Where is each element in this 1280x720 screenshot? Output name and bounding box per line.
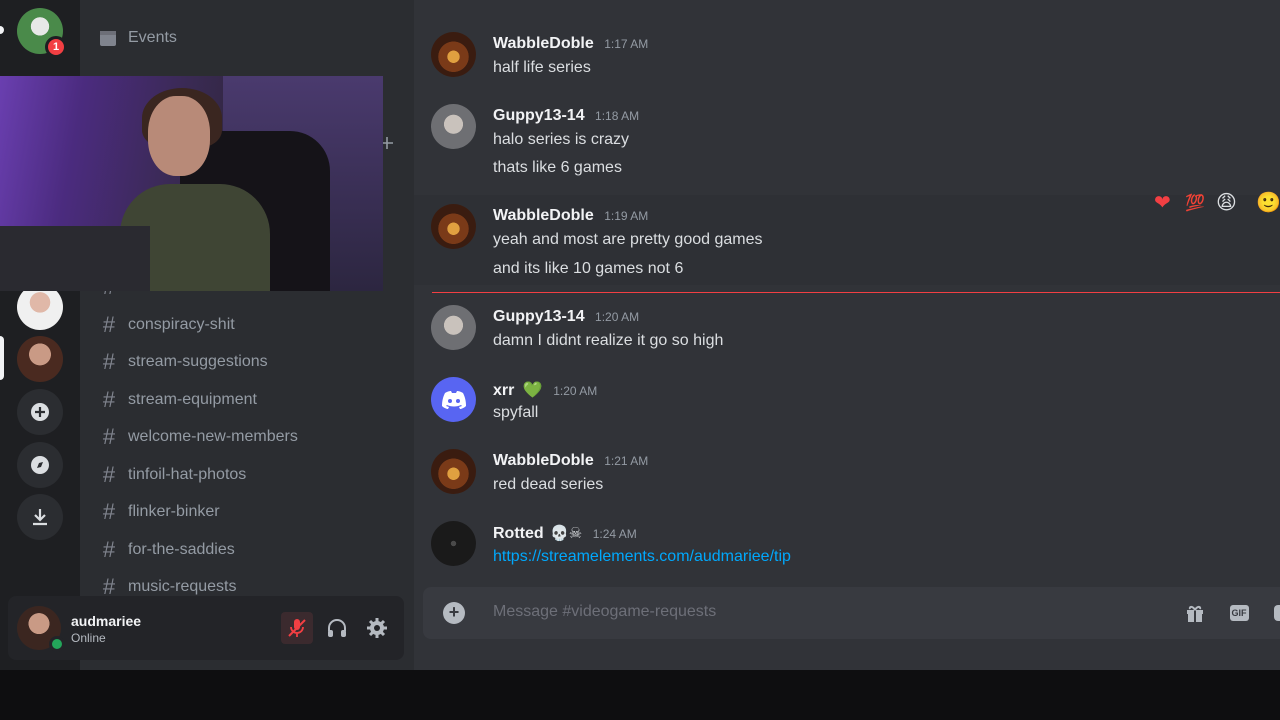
sticker-button[interactable] <box>1271 602 1280 624</box>
mute-button[interactable] <box>281 612 313 644</box>
author-emoji: 💀☠ <box>550 525 583 542</box>
gift-icon <box>1187 605 1203 622</box>
message-text: halo series is crazy <box>493 131 630 148</box>
weary-face-reaction-icon[interactable]: 😩 <box>1216 190 1237 215</box>
discord-window: 1 Events # conspiracy-shit # stream-sugg… <box>0 0 1280 670</box>
message-link[interactable]: https://streamelements.com/audmariee/tip <box>493 548 791 566</box>
calendar-icon <box>100 31 116 46</box>
hash-icon: # <box>102 349 116 374</box>
gear-icon <box>367 618 387 638</box>
user-panel: audmariee Online <box>8 596 404 660</box>
author-avatar[interactable] <box>431 32 476 77</box>
author-name[interactable]: Guppy13-14 <box>493 308 585 325</box>
hash-icon: # <box>102 499 116 524</box>
message-text: half life series <box>493 59 591 76</box>
author-emoji: 💚 <box>522 382 543 399</box>
settings-button[interactable] <box>361 612 393 644</box>
channel-tinfoil-hat-photos[interactable]: # tinfoil-hat-photos <box>98 458 246 492</box>
hash-icon: # <box>102 462 116 487</box>
online-status-dot <box>49 636 65 652</box>
message-input[interactable]: Message #videogame-requests <box>493 603 716 621</box>
selected-server-pill <box>0 336 4 380</box>
author-avatar[interactable] <box>431 377 476 422</box>
channel-label: flinker-binker <box>128 503 220 520</box>
gif-button[interactable]: GIF <box>1228 602 1250 624</box>
gif-icon: GIF <box>1229 605 1249 621</box>
notification-badge: 1 <box>45 36 67 58</box>
author-name[interactable]: WabbleDoble <box>493 452 594 469</box>
message-timestamp: 1:24 AM <box>592 527 637 541</box>
message-text: spyfall <box>493 404 539 421</box>
message-composer: + Message #videogame-requests GIF <box>423 587 1280 639</box>
message-text: thats like 6 games <box>493 159 622 176</box>
message-timestamp: 1:21 AM <box>604 454 649 468</box>
add-reaction-icon[interactable]: 🙂 <box>1256 190 1280 215</box>
user-name: audmariee <box>71 613 142 629</box>
channel-welcome-new-members[interactable]: # welcome-new-members <box>98 420 298 454</box>
channel-conspiracy-shit[interactable]: # conspiracy-shit <box>98 308 235 342</box>
gift-button[interactable] <box>1184 602 1206 624</box>
muted-mic-icon <box>288 619 306 637</box>
author-name[interactable]: xrr <box>493 382 514 399</box>
message-text: damn I didnt realize it go so high <box>493 332 724 349</box>
hundred-reaction-icon[interactable]: 💯 <box>1185 193 1205 213</box>
author-avatar[interactable] <box>431 305 476 350</box>
hash-icon: # <box>102 537 116 562</box>
webcam-overlay <box>0 76 383 291</box>
sticker-icon <box>1274 605 1280 621</box>
author-name[interactable]: WabbleDoble <box>493 35 594 52</box>
channel-flinker-binker[interactable]: # flinker-binker <box>98 495 220 529</box>
hash-icon: # <box>102 387 116 412</box>
headphones-icon <box>328 619 346 637</box>
channel-label: welcome-new-members <box>128 428 298 445</box>
channel-label: conspiracy-shit <box>128 316 235 333</box>
message-text: yeah and most are pretty good games <box>493 231 763 248</box>
plus-icon <box>31 403 49 421</box>
channel-label: stream-suggestions <box>128 353 268 370</box>
author-avatar[interactable] <box>431 449 476 494</box>
events-label: Events <box>128 29 177 46</box>
channel-label: tinfoil-hat-photos <box>128 466 247 483</box>
download-apps-button[interactable] <box>17 494 63 540</box>
message-timestamp: 1:20 AM <box>553 384 598 398</box>
server-icon-audmariee[interactable] <box>17 336 63 382</box>
author-avatar[interactable] <box>431 104 476 149</box>
channel-label: music-requests <box>128 578 237 595</box>
author-avatar[interactable] <box>431 204 476 249</box>
heart-reaction-icon[interactable]: ❤ <box>1154 190 1171 215</box>
message-timestamp: 1:17 AM <box>604 37 649 51</box>
message-text: and its like 10 games not 6 <box>493 260 684 277</box>
hash-icon: # <box>102 312 116 337</box>
author-name[interactable]: WabbleDoble <box>493 207 594 224</box>
message-text: red dead series <box>493 476 604 493</box>
channel-stream-suggestions[interactable]: # stream-suggestions <box>98 345 268 379</box>
compass-icon <box>31 456 49 474</box>
channel-for-the-saddies[interactable]: # for-the-saddies <box>98 533 235 567</box>
message-timestamp: 1:20 AM <box>595 310 640 324</box>
webcam-desk <box>0 226 150 291</box>
hash-icon: # <box>102 424 116 449</box>
add-server-button[interactable] <box>17 389 63 435</box>
author-avatar[interactable] <box>431 521 476 566</box>
message-timestamp: 1:19 AM <box>604 209 649 223</box>
channel-stream-equipment[interactable]: # stream-equipment <box>98 383 257 417</box>
explore-servers-button[interactable] <box>17 442 63 488</box>
discord-logo-icon <box>441 390 466 409</box>
user-status: Online <box>71 631 106 645</box>
unread-pill <box>0 26 4 34</box>
letterbox-bar <box>0 670 1280 720</box>
server-icon-top[interactable]: 1 <box>17 8 67 58</box>
channel-label: stream-equipment <box>128 391 257 408</box>
author-name[interactable]: Rotted <box>493 525 544 542</box>
events-item[interactable]: Events <box>98 28 177 48</box>
new-messages-divider <box>432 292 1280 293</box>
download-icon <box>33 509 47 526</box>
author-name[interactable]: Guppy13-14 <box>493 107 585 124</box>
message-timestamp: 1:18 AM <box>595 109 640 123</box>
channel-label: for-the-saddies <box>128 541 235 558</box>
deafen-button[interactable] <box>321 612 353 644</box>
attach-plus-button[interactable]: + <box>443 602 465 624</box>
